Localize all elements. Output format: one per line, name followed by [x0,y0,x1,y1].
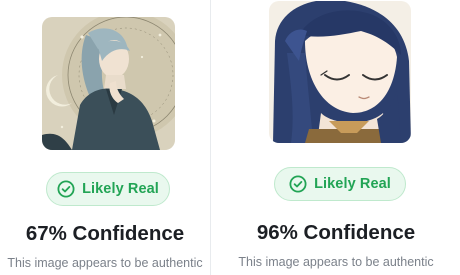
result-card-2: Likely Real 96% Confidence This image ap… [212,0,460,275]
confidence-score: 67% Confidence [25,222,185,245]
verdict-badge: Likely Real [274,167,406,201]
verdict-label: Likely Real [314,176,391,192]
verdict-label: Likely Real [82,181,159,197]
confidence-score: 96% Confidence [256,221,416,244]
verdict-badge: Likely Real [46,172,170,206]
analyzed-image-2[interactable] [269,1,411,143]
illustration-man [42,17,175,150]
check-circle-icon [57,180,75,198]
card-divider [210,0,211,275]
illustration-girl [269,1,411,143]
result-card-1: Likely Real 67% Confidence This image ap… [0,0,210,275]
analyzed-image-1[interactable] [42,17,175,150]
check-circle-icon [289,175,307,193]
result-description: This image appears to be authentic [238,255,434,269]
result-description: This image appears to be authentic [7,256,203,270]
